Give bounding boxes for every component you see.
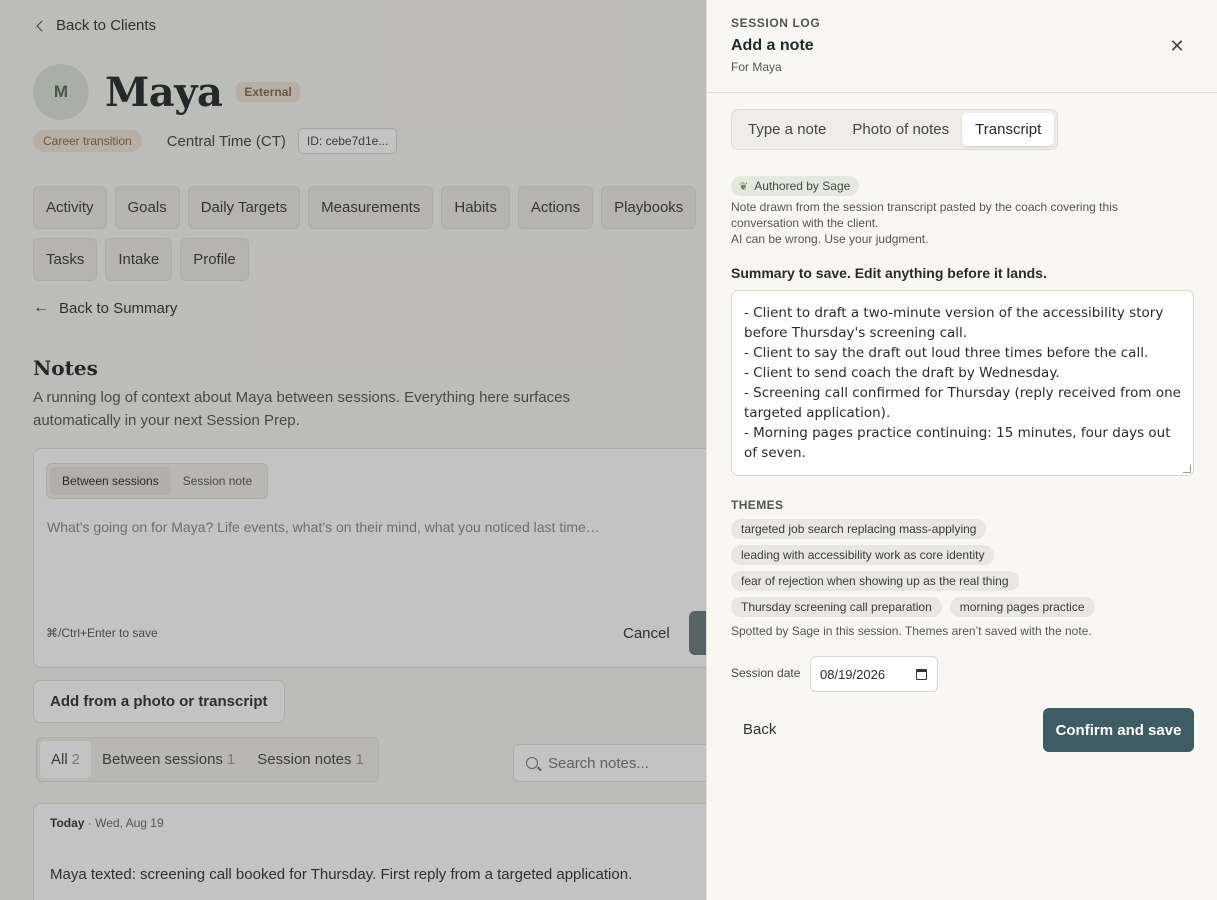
ai-warning: AI can be wrong. Use your judgment.	[731, 232, 929, 246]
tab-transcript[interactable]: Transcript	[962, 113, 1055, 146]
session-date-input[interactable]: 08/19/2026	[810, 656, 938, 692]
drawer-title: Add a note	[731, 37, 814, 54]
confirm-and-save-button[interactable]: Confirm and save	[1043, 708, 1194, 752]
themes-row: leading with accessibility work as core …	[731, 545, 995, 565]
drawer-subtitle: For Maya	[731, 60, 782, 74]
session-date-value: 08/19/2026	[820, 666, 886, 682]
close-icon[interactable]: ✕	[1167, 36, 1187, 56]
theme-chip: morning pages practice	[949, 597, 1095, 617]
themes-row: targeted job search replacing mass-apply…	[731, 519, 987, 539]
authored-by-label: Authored by Sage	[754, 179, 851, 193]
add-note-drawer: SESSION LOG Add a note For Maya ✕ Type a…	[706, 0, 1217, 900]
theme-chip: fear of rejection when showing up as the…	[731, 571, 1019, 591]
drawer-divider	[707, 92, 1217, 93]
input-mode-tabs: Type a note Photo of notes Transcript	[731, 109, 1059, 150]
resize-handle-icon[interactable]	[1183, 465, 1191, 473]
tab-type-a-note[interactable]: Type a note	[735, 113, 839, 146]
themes-row: fear of rejection when showing up as the…	[731, 571, 1019, 591]
themes-note: Spotted by Sage in this session. Themes …	[731, 624, 1092, 638]
calendar-icon[interactable]	[916, 669, 927, 680]
theme-chip: Thursday screening call preparation	[731, 597, 942, 617]
session-date-label: Session date	[731, 666, 801, 680]
summary-textarea[interactable]: - Client to draft a two-minute version o…	[731, 290, 1194, 476]
themes-row: Thursday screening call preparation morn…	[731, 597, 1095, 617]
themes-label: THEMES	[731, 498, 784, 512]
theme-chip: targeted job search replacing mass-apply…	[731, 519, 987, 539]
sprout-icon: ❦	[739, 180, 749, 193]
summary-label: Summary to save. Edit anything before it…	[731, 265, 1047, 281]
sage-disclaimer: Note drawn from the session transcript p…	[731, 199, 1161, 247]
theme-chip: leading with accessibility work as core …	[731, 545, 995, 565]
sage-source-note: Note drawn from the session transcript p…	[731, 200, 1118, 230]
drawer-eyebrow: SESSION LOG	[731, 16, 821, 30]
authored-by-sage-badge: ❦ Authored by Sage	[731, 176, 860, 196]
back-button[interactable]: Back	[743, 721, 776, 738]
tab-photo-of-notes[interactable]: Photo of notes	[839, 113, 962, 146]
